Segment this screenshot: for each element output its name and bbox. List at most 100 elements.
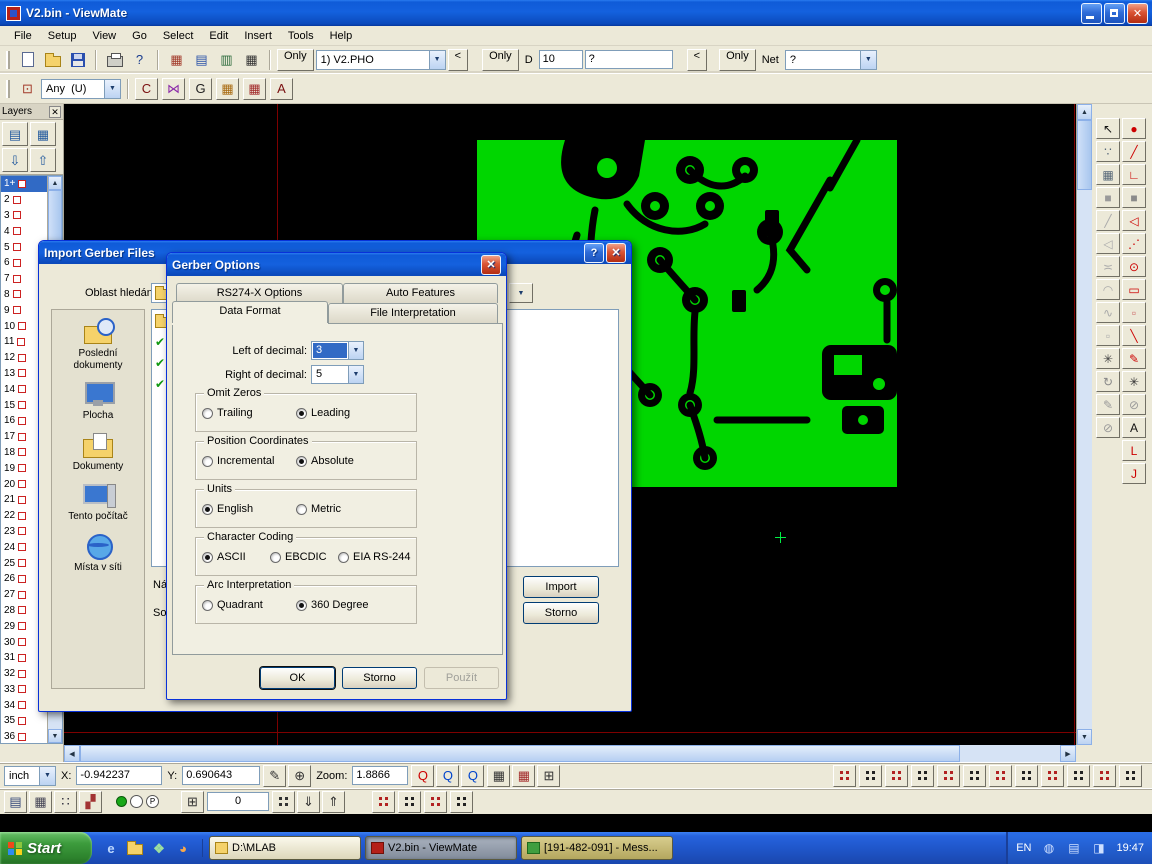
layer-color-chip[interactable] bbox=[13, 243, 21, 251]
layer-color-chip[interactable] bbox=[18, 401, 26, 409]
volume-icon[interactable]: ◨ bbox=[1087, 837, 1110, 859]
place-tento-po-ta[interactable]: Tento počítač bbox=[54, 481, 142, 523]
scroll-up-icon[interactable]: ▲ bbox=[1077, 104, 1092, 120]
scroll-right-icon[interactable]: ▶ bbox=[1060, 745, 1076, 762]
menu-setup[interactable]: Setup bbox=[40, 28, 85, 44]
menu-edit[interactable]: Edit bbox=[201, 28, 236, 44]
pattern-icon[interactable] bbox=[1015, 765, 1038, 787]
grid-select-icon[interactable]: ▦ bbox=[216, 78, 239, 100]
taskbar-button[interactable]: V2.bin - ViewMate bbox=[365, 836, 517, 860]
layer-color-chip[interactable] bbox=[18, 606, 26, 614]
move-layer-down-icon[interactable]: ⇩ bbox=[2, 148, 28, 172]
chevron-down-icon[interactable]: ▼ bbox=[104, 80, 120, 98]
gear-icon[interactable]: ✳ bbox=[1096, 348, 1120, 369]
pad-grid-icon[interactable]: ▦ bbox=[512, 765, 535, 787]
radio-icon[interactable] bbox=[202, 600, 213, 611]
radio-trailing[interactable]: Trailing bbox=[202, 407, 296, 419]
draw-polyline-icon[interactable]: ∟ bbox=[1122, 164, 1146, 185]
pattern-icon[interactable] bbox=[833, 765, 856, 787]
pattern-icon[interactable] bbox=[989, 765, 1012, 787]
toolbar-grip[interactable] bbox=[6, 80, 10, 98]
layer-color-chip[interactable] bbox=[18, 512, 26, 520]
new-file-icon[interactable] bbox=[16, 49, 39, 71]
layer-color-chip[interactable] bbox=[18, 322, 26, 330]
select-mode-combo[interactable]: Any (U) ▼ bbox=[41, 79, 121, 99]
only-layer-toggle[interactable]: Only bbox=[277, 49, 314, 71]
chevron-down-icon[interactable]: ▼ bbox=[429, 51, 445, 69]
status-led-icon[interactable] bbox=[116, 796, 127, 807]
minimize-button[interactable] bbox=[1081, 3, 1102, 24]
right-of-decimal-combo[interactable]: 5 ▼ bbox=[311, 365, 364, 384]
layer-color-chip[interactable] bbox=[18, 638, 26, 646]
draw-segments-icon[interactable]: ⋰ bbox=[1122, 233, 1146, 254]
pattern-icon[interactable] bbox=[885, 765, 908, 787]
radio-quadrant[interactable]: Quadrant bbox=[202, 599, 296, 611]
place-plocha[interactable]: Plocha bbox=[54, 380, 142, 422]
left-of-decimal-combo[interactable]: 3 ▼ bbox=[311, 341, 364, 360]
layer-color-chip[interactable] bbox=[18, 496, 26, 504]
place-m-sta-v-s-ti[interactable]: Místa v síti bbox=[54, 532, 142, 574]
pattern-icon[interactable] bbox=[937, 765, 960, 787]
menu-view[interactable]: View bbox=[84, 28, 124, 44]
radio-icon[interactable] bbox=[296, 600, 307, 611]
layer-stack-icon[interactable]: ▤ bbox=[4, 791, 27, 813]
scrollbar-thumb[interactable] bbox=[1077, 120, 1092, 190]
layer-setup-icon[interactable]: ▦ bbox=[30, 122, 56, 146]
dcode-table-icon[interactable]: ▦ bbox=[165, 49, 188, 71]
layer-row[interactable]: 36 bbox=[1, 729, 49, 743]
radio-ebcdic[interactable]: EBCDIC bbox=[270, 551, 338, 563]
zoom-in-icon[interactable]: Q bbox=[411, 765, 434, 787]
layer-color-chip[interactable] bbox=[13, 290, 21, 298]
draw-rect-icon[interactable]: ▭ bbox=[1122, 279, 1146, 300]
layer-color-chip[interactable] bbox=[18, 448, 26, 456]
prev-layer-button[interactable]: < bbox=[448, 49, 468, 71]
toolbar-grip[interactable] bbox=[6, 51, 10, 69]
radio-english[interactable]: English bbox=[202, 503, 296, 515]
net-combo[interactable]: ? ▼ bbox=[785, 50, 877, 70]
layer-list-icon[interactable]: ▤ bbox=[2, 122, 28, 146]
layer-color-chip[interactable] bbox=[18, 670, 26, 678]
draw-sketch-icon[interactable]: ✎ bbox=[1122, 348, 1146, 369]
tab-auto-features[interactable]: Auto Features bbox=[343, 283, 498, 303]
draw-square-icon[interactable]: ■ bbox=[1122, 187, 1146, 208]
pattern-icon[interactable] bbox=[372, 791, 395, 813]
probe-circle-icon[interactable] bbox=[130, 795, 143, 808]
layer-color-chip[interactable] bbox=[18, 417, 26, 425]
draw-steep-line-icon[interactable]: ╲ bbox=[1122, 325, 1146, 346]
folders-icon[interactable] bbox=[126, 839, 144, 857]
pencil-off-icon[interactable]: ✎ bbox=[1096, 394, 1120, 415]
scrollbar-thumb[interactable] bbox=[80, 745, 960, 762]
layer-color-chip[interactable] bbox=[18, 575, 26, 583]
pattern-icon[interactable] bbox=[963, 765, 986, 787]
flip-select-icon[interactable]: ⋈ bbox=[162, 78, 185, 100]
scroll-left-icon[interactable]: ◀ bbox=[64, 745, 80, 762]
layer-color-chip[interactable] bbox=[18, 559, 26, 567]
radio-eia-rs-244[interactable]: EIA RS-244 bbox=[338, 551, 410, 563]
small-grid-icon[interactable]: ▦ bbox=[1096, 164, 1120, 185]
arc-tool-off-icon[interactable]: ◁ bbox=[1096, 233, 1120, 254]
open-file-icon[interactable] bbox=[41, 49, 64, 71]
desktop-show-icon[interactable]: ❖ bbox=[150, 839, 168, 857]
draw-corner-icon[interactable]: L bbox=[1122, 440, 1146, 461]
layer-color-chip[interactable] bbox=[18, 591, 26, 599]
radio-icon[interactable] bbox=[296, 504, 307, 515]
pattern-icon[interactable] bbox=[1119, 765, 1142, 787]
dashed-off-icon[interactable]: ▫ bbox=[1096, 325, 1120, 346]
close-button[interactable]: ✕ bbox=[1127, 3, 1148, 24]
radio-360-degree[interactable]: 360 Degree bbox=[296, 599, 390, 611]
prev-net-button[interactable]: < bbox=[687, 49, 707, 71]
tool-star-icon[interactable]: ✳ bbox=[1122, 371, 1146, 392]
scroll-down-icon[interactable]: ▼ bbox=[1077, 729, 1092, 745]
ok-button[interactable]: OK bbox=[260, 667, 335, 689]
line-tool-off-icon[interactable]: ╱ bbox=[1096, 210, 1120, 231]
print-icon[interactable] bbox=[103, 49, 126, 71]
layer-row[interactable]: 1+ bbox=[1, 176, 49, 192]
net-grid-icon[interactable]: ⊞ bbox=[537, 765, 560, 787]
language-indicator[interactable]: EN bbox=[1016, 842, 1031, 854]
layer-color-chip[interactable] bbox=[13, 306, 21, 314]
diag-pattern-icon[interactable]: ▞ bbox=[79, 791, 102, 813]
move-layer-up-icon[interactable]: ⇧ bbox=[30, 148, 56, 172]
measure-off-icon[interactable]: ≍ bbox=[1096, 256, 1120, 277]
layer-color-chip[interactable] bbox=[18, 369, 26, 377]
pattern-icon[interactable] bbox=[1093, 765, 1116, 787]
